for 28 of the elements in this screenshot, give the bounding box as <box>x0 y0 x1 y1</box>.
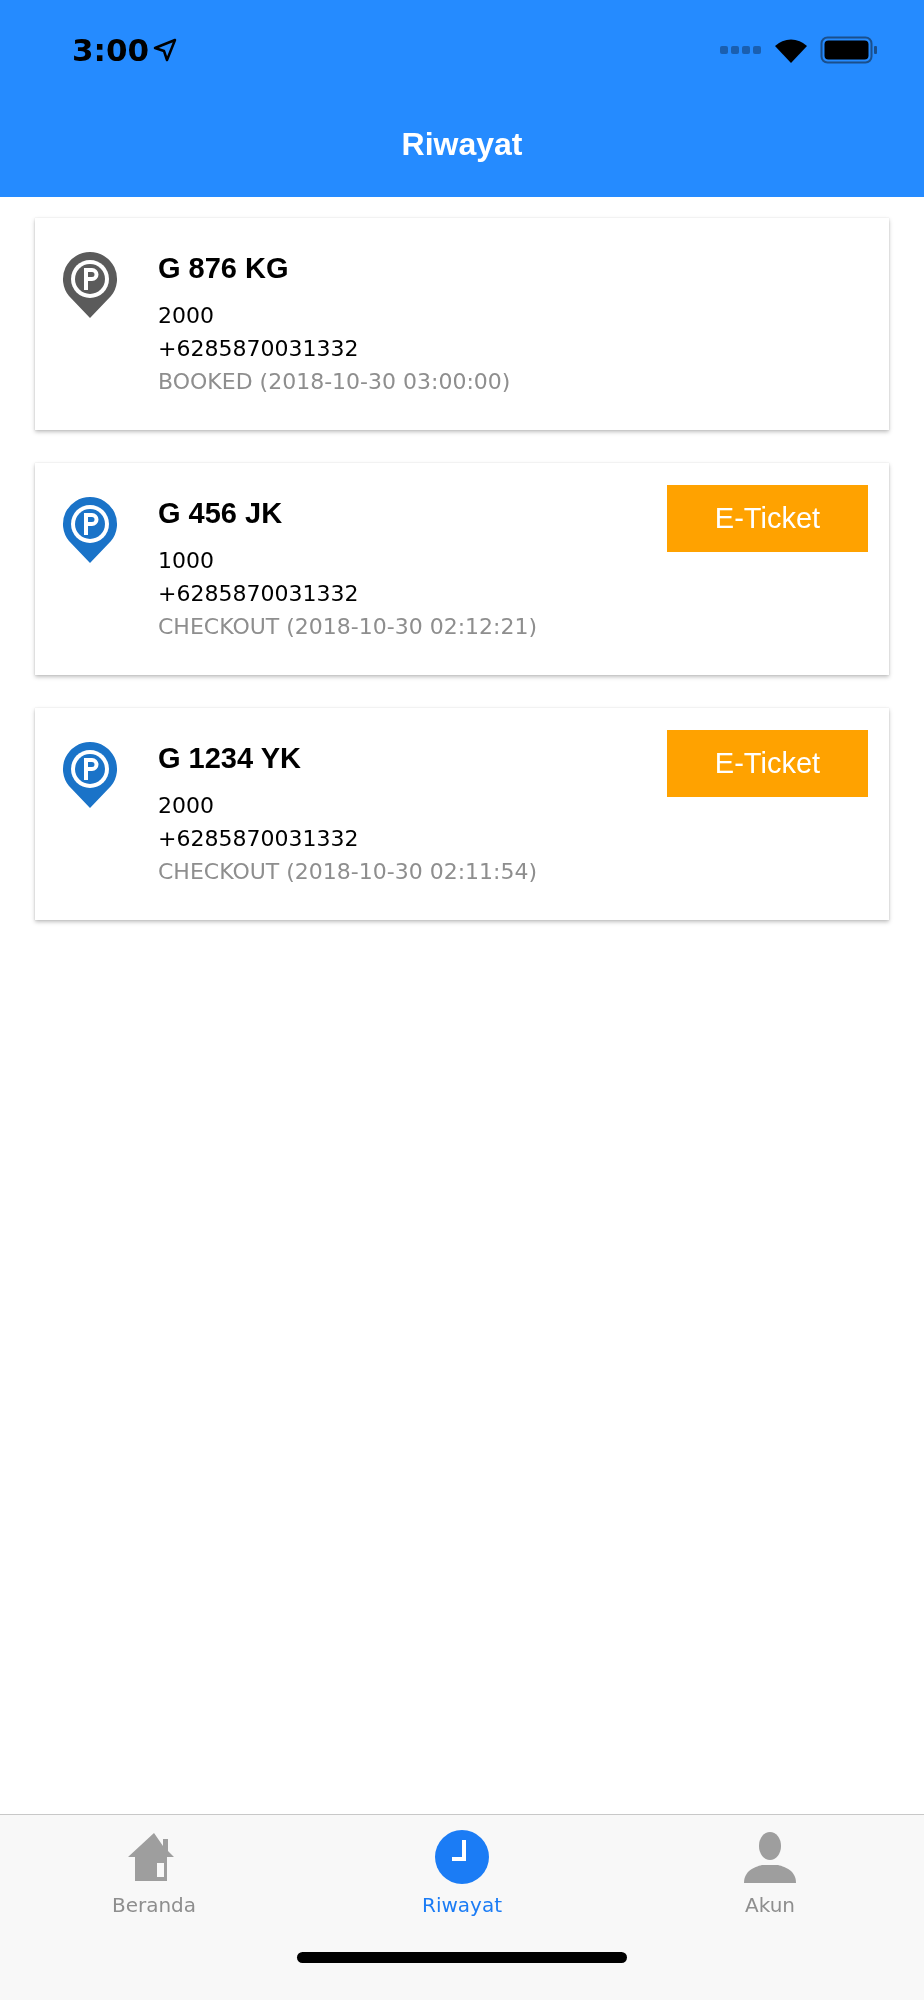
parking-pin-icon <box>61 495 119 565</box>
plate-number: G 1234 YK <box>158 742 302 775</box>
amount-text: 2000 <box>158 302 215 330</box>
amount-text: 2000 <box>158 792 215 820</box>
phone-text: +6285870031332 <box>158 825 360 853</box>
tab-item[interactable]: Riwayat <box>308 1815 616 1918</box>
e-ticket-button[interactable]: E-Ticket <box>667 730 868 797</box>
location-arrow-icon <box>153 38 178 62</box>
signal-icon <box>720 45 762 55</box>
phone-text: +6285870031332 <box>158 580 360 608</box>
status-text: CHECKOUT (2018-10-30 02:12:21) <box>158 613 539 641</box>
status-time: 3:00 <box>72 32 178 68</box>
person-icon <box>742 1829 798 1885</box>
status-text: BOOKED (2018-10-30 03:00:00) <box>158 368 512 396</box>
parking-pin-icon <box>61 250 119 320</box>
status-text: CHECKOUT (2018-10-30 02:11:54) <box>158 858 539 886</box>
parking-pin-icon <box>61 740 119 810</box>
plate-number: G 876 KG <box>158 252 290 285</box>
plate-number: G 456 JK <box>158 497 284 530</box>
tab-item[interactable]: Akun <box>616 1815 924 1918</box>
page-title: Riwayat <box>401 126 523 163</box>
e-ticket-button[interactable]: E-Ticket <box>667 485 868 552</box>
clock-icon <box>434 1829 490 1885</box>
amount-text: 1000 <box>158 547 215 575</box>
phone-text: +6285870031332 <box>158 335 360 363</box>
wifi-icon <box>774 37 808 63</box>
battery-icon <box>820 36 878 64</box>
tab-item[interactable]: Beranda <box>0 1815 308 1918</box>
